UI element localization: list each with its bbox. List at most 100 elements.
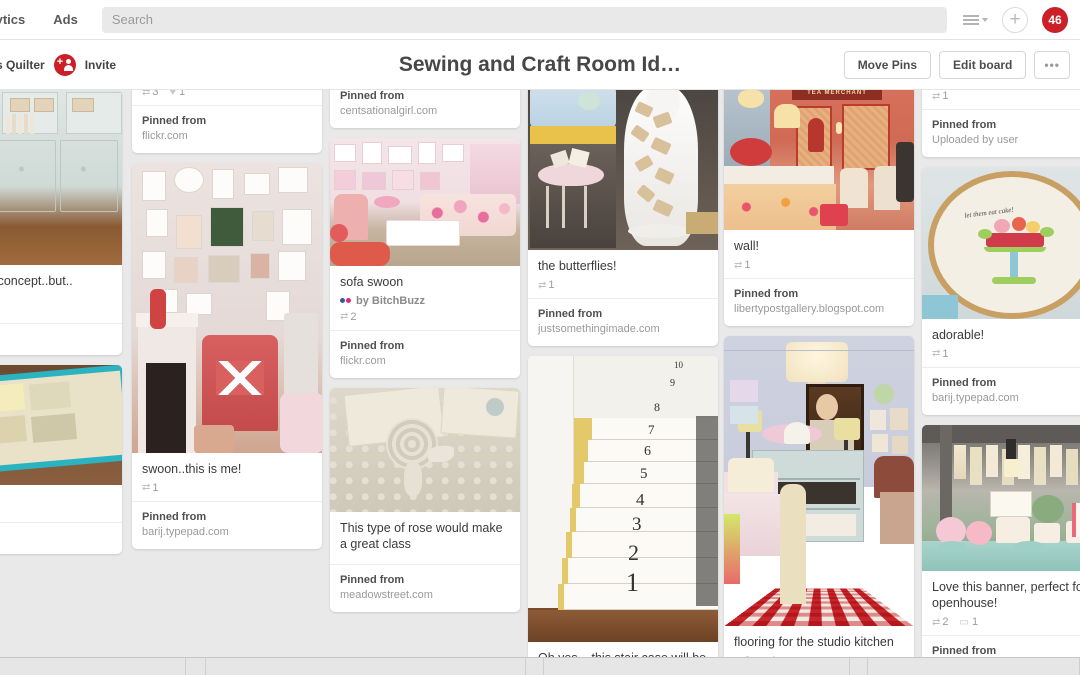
pin-card[interactable]: ⇄ 1 Pinned from Uploaded by user [922,90,1080,157]
pin-image-fabric-rose[interactable] [330,387,520,512]
taskbar-item[interactable] [186,658,206,675]
board-header-bar: s Quilter + Invite Sewing and Craft Room… [0,40,1080,90]
pin-card[interactable]: 10 9 8 7 6 5 4 3 2 1 Oh yes... this stai… [528,355,718,657]
list-view-icon[interactable] [963,14,988,25]
more-options-button[interactable]: ••• [1034,50,1070,79]
pin-title[interactable]: Love this banner, perfect for openhouse! [932,579,1080,612]
pin-source: Pinned from flickr.com [330,329,520,378]
pin-source-url[interactable]: Uploaded by user [932,133,1080,148]
pin-card[interactable]: TEA MERCHANT wall! ⇄ 1 Pinned from liber… [724,90,914,326]
pin-card[interactable]: the butterflies! ⇄ 1 Pinned from justsom… [528,90,718,346]
taskbar-item[interactable] [868,658,1080,675]
pin-source: Pinned from barij.typepad.com [132,500,322,549]
pin-title[interactable]: This type of rose would make a great cla… [340,520,510,553]
board-action-buttons: Move Pins Edit board ••• [843,50,1070,79]
pin-stats: ⇄ 1 [142,482,312,494]
pin-source: com [0,322,122,356]
pin-title[interactable]: swoon..this is me! [142,461,312,477]
pin-card[interactable]: Love this banner, perfect for openhouse!… [922,424,1080,657]
pin-source: Pinned from Uploaded by user [922,109,1080,157]
like-count: 1 [179,90,186,98]
pin-title[interactable]: the butterflies! [538,258,708,274]
pin-grid[interactable]: der..open concept..but.. ? com v 101 [0,90,1080,657]
pinned-from-label: Pinned from [932,376,997,389]
pin-body: adorable! ⇄ 1 [922,319,1080,367]
taskbar-item[interactable] [526,658,544,675]
taskbar-item[interactable] [206,658,526,675]
pin-source-url[interactable]: com [0,332,112,347]
pin-body: This type of rose would make a great cla… [330,512,520,565]
pin-card[interactable]: let them eat cake! adorable! ⇄ 1 Pinned … [922,166,1080,415]
pinned-from-label: Pinned from [734,288,799,301]
pin-source-url[interactable]: libertypostgallery.blogspot.com [734,302,904,317]
add-pin-button[interactable]: + [1002,6,1028,33]
pin-card[interactable]: der..open concept..but.. ? com [0,90,122,356]
pin-image-gallery-wall[interactable] [132,162,322,453]
pin-image-butterflies[interactable] [528,90,718,250]
pin-image-quilt[interactable] [0,365,122,486]
pin-body: wall! ⇄ 1 [724,230,914,278]
nav-link-ads[interactable]: Ads [39,0,92,40]
pin-attribution-name[interactable]: by BitchBuzz [356,295,425,307]
repin-count: 2 [942,616,949,629]
pin-body: ⇄ 1 [922,90,1080,109]
pin-source-url[interactable]: barij.typepad.com [932,391,1080,406]
pin-title[interactable]: adorable! [932,327,1080,343]
repin-stat: ⇄ 1 [932,348,949,360]
pin-body: the butterflies! ⇄ 1 [528,250,718,298]
pin-image-embroidery-hoop[interactable]: let them eat cake! [922,166,1080,319]
move-pins-button[interactable]: Move Pins [843,50,932,79]
repin-count: 3 [152,90,159,98]
pin-source-url[interactable]: flickr.com [142,129,312,144]
edit-board-button[interactable]: Edit board [939,50,1027,79]
pin-image-dessert-banner[interactable] [922,424,1080,571]
taskbar-item[interactable] [544,658,850,675]
repin-count: 2 [350,310,357,323]
heart-icon: ♥ [169,90,177,98]
pin-card[interactable]: v 101 gspot.com [0,365,122,555]
pin-body: v 101 [0,485,122,521]
repin-icon: ⇄ [142,90,150,98]
pin-title-line2[interactable]: ? [0,294,112,310]
pin-card[interactable]: swoon..this is me! ⇄ 1 Pinned from barij… [132,162,322,549]
pin-image-cabinet[interactable] [0,90,122,265]
pin-card[interactable]: This type of rose would make a great cla… [330,387,520,612]
pin-source-url[interactable]: justsomethingimade.com [538,322,708,337]
pin-image-sofa[interactable] [330,137,520,266]
pin-card[interactable]: sofa swoon by BitchBuzz ⇄ 2 Pinned from … [330,137,520,378]
pin-source-url[interactable]: meadowstreet.com [340,588,510,603]
pin-source-url[interactable]: gspot.com [0,531,112,546]
pin-title[interactable]: v 101 [0,493,112,509]
notification-badge[interactable]: 46 [1042,6,1068,33]
pin-card[interactable]: Pinned from centsationalgirl.com [330,90,520,128]
pin-source: Pinned from centsationalgirl.com [330,90,520,128]
pin-source-url[interactable]: barij.typepad.com [142,525,312,540]
nav-link-analytics[interactable]: lytics [0,0,39,40]
pin-image-studio-kitchen[interactable] [724,335,914,626]
pin-card[interactable]: ⇄ 3 ♥ 1 Pinned from flickr.com [132,90,322,153]
pin-image-tea-merchant[interactable]: TEA MERCHANT [724,90,914,230]
pin-attribution: by BitchBuzz [340,295,510,307]
pinned-from-label: Pinned from [340,574,405,587]
search-input[interactable]: Search [101,6,947,33]
pin-title[interactable]: flooring for the studio kitchen [734,634,904,650]
taskbar-item[interactable] [850,658,868,675]
pin-title[interactable]: der..open concept..but.. [0,273,112,289]
pin-title[interactable]: Oh yes... this stair case will be mine!!… [538,650,708,657]
pinned-from-label: Pinned from [340,339,405,352]
pin-stats: ⇄ 1 [734,259,904,271]
collaborator-name[interactable]: s Quilter [0,58,45,72]
pin-title[interactable]: sofa swoon [340,274,510,290]
pin-source-url[interactable]: centsationalgirl.com [340,104,510,119]
pin-image-numbered-stairs[interactable]: 10 9 8 7 6 5 4 3 2 1 [528,355,718,642]
add-person-icon[interactable]: + [53,53,76,76]
pin-stats: ⇄ 2 [340,311,510,323]
repin-stat: ⇄ 2 [340,311,357,323]
taskbar-item[interactable] [0,658,186,675]
pin-title[interactable]: wall! [734,238,904,254]
repin-stat: ⇄ 1 [538,279,555,291]
pin-source-url[interactable]: flickr.com [340,354,510,369]
invite-button[interactable]: Invite [85,58,116,72]
person-body [63,64,73,71]
pin-card[interactable]: flooring for the studio kitchen ⇄ 3 ♥ 1 [724,335,914,657]
